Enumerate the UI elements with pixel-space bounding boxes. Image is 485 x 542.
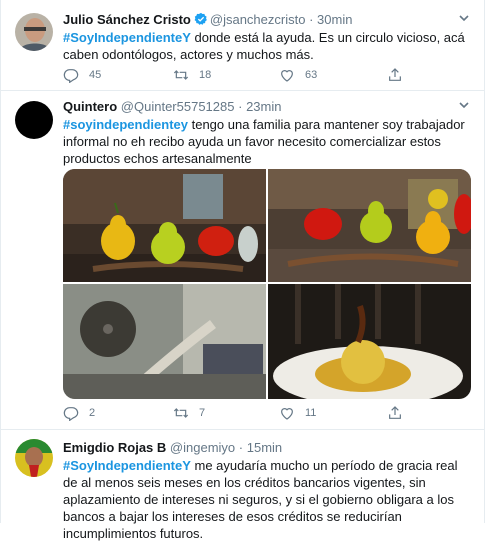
photo-3[interactable] <box>63 284 266 399</box>
like-button[interactable]: 11 <box>279 404 316 422</box>
tweet-header: Emigdio Rojas B @ingemiyo · 15min <box>63 439 470 457</box>
tweet-text: #soyindependientey tengo una familia par… <box>63 116 466 167</box>
user-handle[interactable]: @ingemiyo <box>170 440 235 455</box>
retweet-button[interactable]: 18 <box>173 66 211 84</box>
user-handle[interactable]: @Quinter55751285 <box>121 99 235 114</box>
avatar[interactable] <box>15 13 53 51</box>
separator-dot: · <box>238 99 243 114</box>
separator-dot: · <box>238 440 244 455</box>
share-icon <box>389 406 401 419</box>
tweet-text: #SoyIndependienteY me ayudaría mucho un … <box>63 457 466 542</box>
share-icon <box>389 68 401 81</box>
tweet[interactable]: Emigdio Rojas B @ingemiyo · 15min #SoyIn… <box>1 430 484 541</box>
photo-4[interactable] <box>268 284 471 399</box>
reply-button[interactable]: 2 <box>63 404 99 422</box>
share-button[interactable] <box>387 404 413 422</box>
share-button[interactable] <box>387 66 413 84</box>
reply-count: 45 <box>89 69 102 81</box>
hashtag-link[interactable]: #SoyIndependienteY <box>63 30 191 45</box>
photo-2[interactable] <box>268 169 471 282</box>
reply-button[interactable]: 45 <box>63 66 101 84</box>
timestamp[interactable]: 30min <box>317 12 352 27</box>
timestamp[interactable]: 15min <box>247 440 282 455</box>
reply-icon <box>63 69 79 83</box>
avatar[interactable] <box>15 101 53 139</box>
tweet-text: #SoyIndependienteY donde está la ayuda. … <box>63 29 466 63</box>
like-count: 11 <box>305 407 317 419</box>
retweet-icon <box>173 408 189 418</box>
photo-1[interactable] <box>63 169 266 282</box>
hashtag-link[interactable]: #SoyIndependienteY <box>63 458 191 473</box>
tweet-actions: 2 7 11 <box>63 404 413 422</box>
like-button[interactable]: 63 <box>279 66 317 84</box>
chevron-down-icon[interactable] <box>458 98 470 116</box>
chevron-down-icon[interactable] <box>458 11 470 29</box>
retweet-count: 7 <box>199 407 206 419</box>
retweet-button[interactable]: 7 <box>173 404 209 422</box>
reply-count: 2 <box>89 407 96 419</box>
like-count: 63 <box>305 69 318 81</box>
reply-icon <box>63 407 79 421</box>
tweet-header: Quintero @Quinter55751285 · 23min <box>63 98 470 116</box>
heart-icon <box>281 408 293 420</box>
separator-dot: · <box>309 12 314 27</box>
display-name[interactable]: Julio Sánchez Cristo <box>63 12 191 27</box>
user-handle[interactable]: @jsanchezcristo <box>210 12 306 27</box>
tweet[interactable]: Julio Sánchez Cristo @jsanchezcristo · 30… <box>1 0 484 91</box>
media-grid[interactable] <box>63 169 471 399</box>
tweet-feed: Julio Sánchez Cristo @jsanchezcristo · 30… <box>0 0 485 541</box>
retweet-count: 18 <box>199 69 212 81</box>
avatar[interactable] <box>15 439 53 477</box>
retweet-icon <box>173 70 189 80</box>
display-name[interactable]: Quintero <box>63 99 117 114</box>
hashtag-link[interactable]: #soyindependientey <box>63 117 188 132</box>
tweet[interactable]: Quintero @Quinter55751285 · 23min #soyin… <box>1 91 484 430</box>
verified-badge-icon <box>194 12 208 26</box>
tweet-header: Julio Sánchez Cristo @jsanchezcristo · 30… <box>63 11 470 29</box>
tweet-actions: 45 18 63 <box>63 66 413 84</box>
heart-icon <box>281 70 293 82</box>
display-name[interactable]: Emigdio Rojas B <box>63 440 166 455</box>
timestamp[interactable]: 23min <box>246 99 281 114</box>
